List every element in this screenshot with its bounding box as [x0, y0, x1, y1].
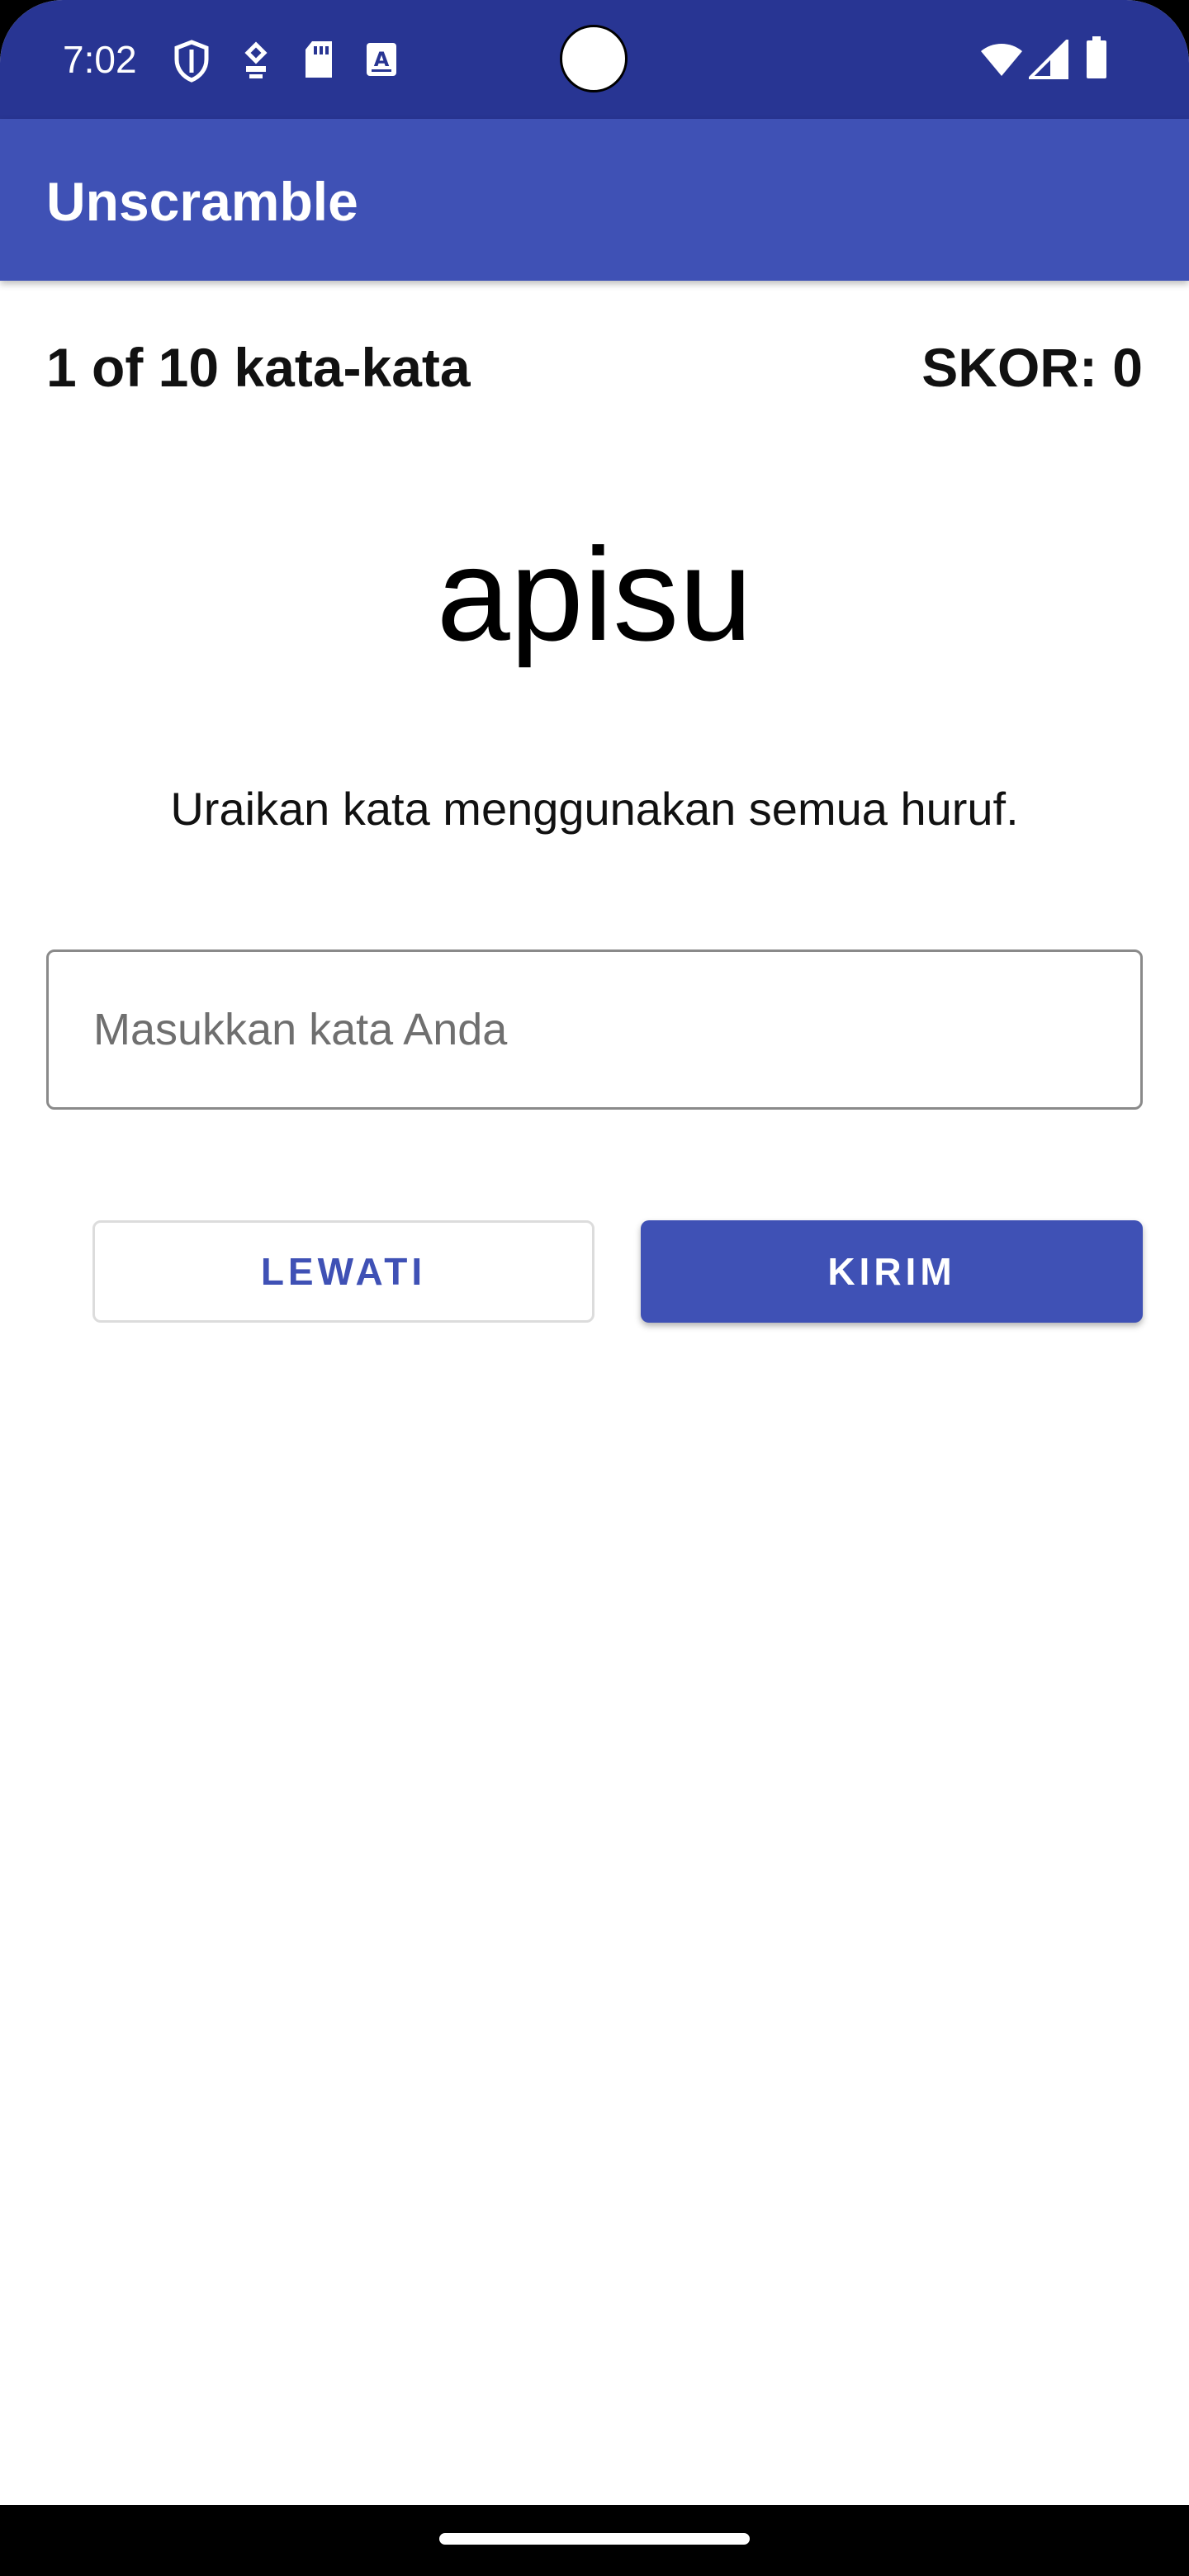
battery-icon [1085, 36, 1108, 83]
app-title: Unscramble [46, 171, 358, 232]
wifi-icon [979, 41, 1024, 82]
app-bar: Unscramble [0, 119, 1189, 281]
submit-button[interactable]: KIRIM [641, 1220, 1143, 1323]
instructions-text: Uraikan kata menggunakan semua huruf. [170, 783, 1019, 835]
answer-input[interactable] [93, 952, 1084, 1107]
skip-button[interactable]: LEWATI [92, 1220, 594, 1323]
answer-input-box[interactable] [46, 949, 1143, 1110]
score-label: SKOR: 0 [921, 337, 1143, 398]
home-gesture-handle[interactable] [439, 2533, 750, 2545]
app-screen: 7:02 A Unscramble 1 of 10 kata-kata SKOR… [0, 0, 1189, 2576]
status-time: 7:02 [63, 38, 137, 81]
word-count-label: 1 of 10 kata-kata [46, 337, 471, 398]
scrambled-word: apisu [436, 520, 753, 668]
status-bar: 7:02 A [0, 0, 1189, 119]
cell-signal-icon [1026, 37, 1068, 83]
navigation-bar [0, 2505, 1189, 2576]
shield-icon [173, 40, 210, 87]
camera-cutout [560, 25, 628, 92]
vpn-key-icon [241, 41, 271, 83]
font-a-icon: A [365, 41, 398, 82]
svg-text:A: A [374, 48, 390, 71]
sd-card-icon [302, 40, 335, 83]
